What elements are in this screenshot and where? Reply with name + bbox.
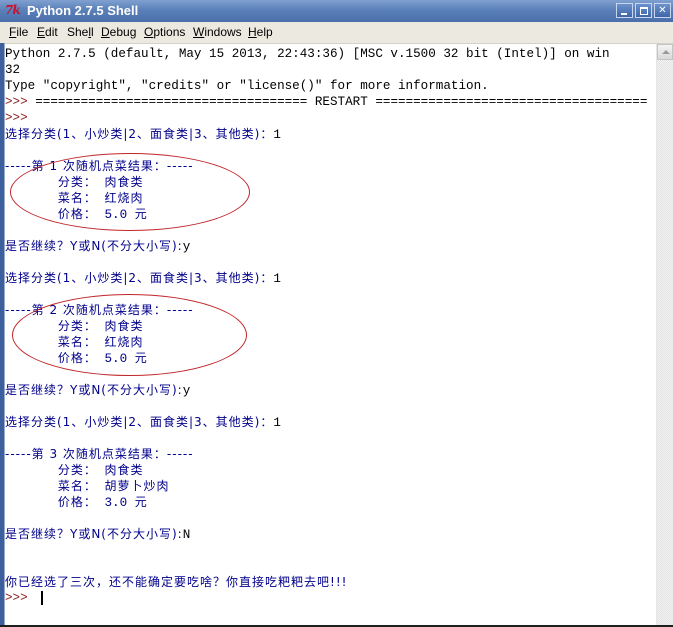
result-dish: 菜名： 胡萝卜炒肉 bbox=[57, 479, 170, 493]
result-header: -----第 1 次随机点菜结果：----- bbox=[5, 159, 194, 173]
result-dish: 菜名： 红烧肉 bbox=[57, 335, 144, 349]
result-price: 价格： 5.0 元 bbox=[57, 351, 148, 366]
vertical-scrollbar[interactable] bbox=[656, 44, 673, 626]
choose-category-line: 选择分类(1、小炒类|2、面食类|3、其他类)：1 bbox=[5, 415, 281, 430]
final-message: 你已经选了三次，还不能确定要吃啥？你直接吃粑粑去吧!!! bbox=[5, 575, 348, 589]
result-header: -----第 2 次随机点菜结果：----- bbox=[5, 303, 194, 317]
menu-help[interactable]: Help bbox=[248, 25, 273, 40]
continue-line: 是否继续？Y或N(不分大小写):y bbox=[5, 239, 191, 254]
menu-file[interactable]: File bbox=[9, 25, 28, 40]
prompt: >>> bbox=[5, 591, 28, 605]
python-shell-window: 7k Python 2.7.5 Shell ✕ File Edit Shell … bbox=[0, 0, 673, 627]
minimize-button[interactable] bbox=[616, 3, 633, 18]
scroll-up-arrow-icon[interactable] bbox=[657, 44, 673, 60]
prompt: >>> bbox=[5, 95, 28, 109]
banner-line: Type "copyright", "credits" or "license(… bbox=[5, 79, 489, 93]
menu-options[interactable]: Options bbox=[144, 25, 185, 40]
menu-debug[interactable]: Debug bbox=[101, 25, 136, 40]
banner-line: Python 2.7.5 (default, May 15 2013, 22:4… bbox=[5, 47, 610, 61]
tk-icon: 7k bbox=[5, 3, 21, 17]
maximize-button[interactable] bbox=[635, 3, 652, 18]
result-dish: 菜名： 红烧肉 bbox=[57, 191, 144, 205]
menu-shell[interactable]: Shell bbox=[67, 25, 94, 40]
result-price: 价格： 5.0 元 bbox=[57, 207, 148, 222]
window-title: Python 2.7.5 Shell bbox=[27, 3, 139, 18]
choose-category-line: 选择分类(1、小炒类|2、面食类|3、其他类)：1 bbox=[5, 127, 281, 142]
result-header: -----第 3 次随机点菜结果：----- bbox=[5, 447, 194, 461]
result-category: 分类： 肉食类 bbox=[57, 319, 144, 333]
continue-line: 是否继续？Y或N(不分大小写):N bbox=[5, 527, 191, 542]
result-category: 分类： 肉食类 bbox=[57, 463, 144, 477]
menu-bar: File Edit Shell Debug Options Windows He… bbox=[0, 22, 673, 44]
choose-category-line: 选择分类(1、小炒类|2、面食类|3、其他类)：1 bbox=[5, 271, 281, 286]
menu-edit[interactable]: Edit bbox=[37, 25, 58, 40]
close-button[interactable]: ✕ bbox=[654, 3, 671, 18]
prompt: >>> bbox=[5, 111, 28, 125]
text-cursor bbox=[41, 591, 43, 605]
result-price: 价格： 3.0 元 bbox=[57, 495, 148, 510]
continue-line: 是否继续？Y或N(不分大小写):y bbox=[5, 383, 191, 398]
restart-line: >>> ====================================… bbox=[5, 95, 648, 109]
menu-windows[interactable]: Windows bbox=[193, 25, 242, 40]
banner-line: 32 bbox=[5, 63, 21, 77]
result-category: 分类： 肉食类 bbox=[57, 175, 144, 189]
input-prompt-line[interactable]: >>> bbox=[5, 590, 28, 606]
prompt-line: >>> bbox=[5, 110, 28, 126]
title-bar[interactable]: 7k Python 2.7.5 Shell ✕ bbox=[0, 0, 673, 22]
